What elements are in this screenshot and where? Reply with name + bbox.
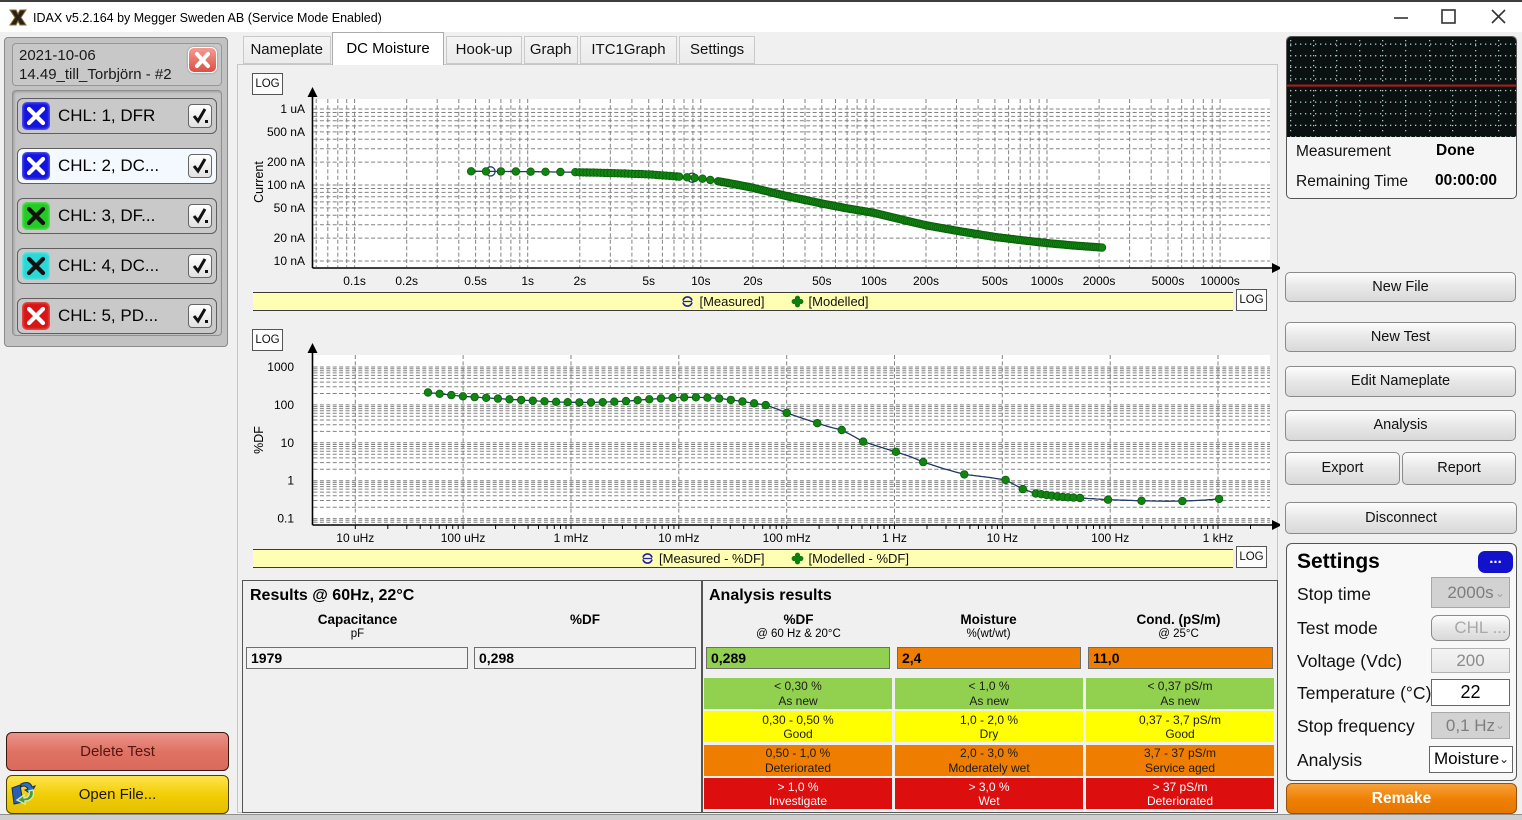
svg-text:50 nA: 50 nA [274,201,305,215]
svg-text:10 uHz: 10 uHz [336,531,374,545]
svg-text:1 mHz: 1 mHz [554,531,589,545]
svg-text:20s: 20s [743,274,762,288]
svg-text:1 Hz: 1 Hz [882,531,907,545]
svg-text:100 nA: 100 nA [267,178,305,192]
svg-text:100 uHz: 100 uHz [441,531,486,545]
svg-text:0.5s: 0.5s [464,274,487,288]
svg-text:0.2s: 0.2s [395,274,418,288]
svg-text:0.1s: 0.1s [343,274,366,288]
svg-text:5s: 5s [642,274,655,288]
svg-text:100s: 100s [861,274,887,288]
svg-text:2s: 2s [573,274,586,288]
svg-text:10000s: 10000s [1200,274,1239,288]
svg-text:100 mHz: 100 mHz [763,531,811,545]
svg-text:10s: 10s [691,274,710,288]
svg-text:1 kHz: 1 kHz [1203,531,1234,545]
svg-text:2000s: 2000s [1083,274,1116,288]
svg-text:10: 10 [281,436,295,450]
svg-text:10 Hz: 10 Hz [987,531,1018,545]
svg-text:200s: 200s [913,274,939,288]
svg-text:10 nA: 10 nA [274,254,305,268]
svg-text:100: 100 [274,398,294,412]
svg-text:20 nA: 20 nA [274,231,305,245]
svg-text:5000s: 5000s [1152,274,1185,288]
svg-text:%DF: %DF [252,426,266,454]
svg-text:100 Hz: 100 Hz [1091,531,1129,545]
svg-text:Current: Current [252,161,266,203]
svg-text:50s: 50s [812,274,831,288]
svg-text:1 uA: 1 uA [280,102,305,116]
svg-text:1000: 1000 [267,360,294,374]
svg-text:200 nA: 200 nA [267,155,305,169]
svg-text:1s: 1s [521,274,534,288]
svg-text:0.1: 0.1 [277,512,294,526]
svg-text:500s: 500s [982,274,1008,288]
svg-text:500 nA: 500 nA [267,125,305,139]
svg-text:1000s: 1000s [1031,274,1064,288]
svg-text:10 mHz: 10 mHz [658,531,699,545]
svg-text:1: 1 [287,474,294,488]
